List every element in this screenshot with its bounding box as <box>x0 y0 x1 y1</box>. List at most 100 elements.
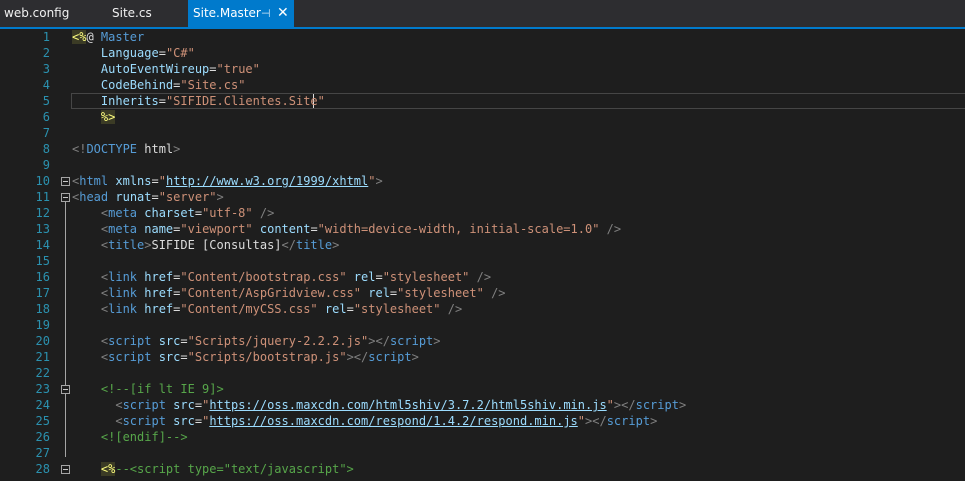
code-token: Inherits <box>72 94 159 108</box>
code-token: script <box>122 414 166 428</box>
code-line[interactable]: 28 <%--<script type="text/javascript"> <box>0 461 965 477</box>
code-token: http://www.w3.org/1999/xhtml <box>165 174 369 188</box>
code-line[interactable]: 17 <link href="Content/AspGridview.css" … <box>0 285 965 301</box>
code-token: Language <box>72 46 159 60</box>
code-line[interactable]: 2 Language="C#" <box>0 45 965 61</box>
code-token: > <box>173 142 181 156</box>
code-token: "stylesheet" <box>353 302 441 316</box>
code-text: <script src="Scripts/bootstrap.js"></scr… <box>72 349 419 365</box>
code-text: CodeBehind="Site.cs" <box>72 77 246 93</box>
code-token: DOCTYPE <box>86 142 138 156</box>
code-line[interactable]: 21 <script src="Scripts/bootstrap.js"></… <box>0 349 965 365</box>
line-number: 23 <box>35 382 50 396</box>
code-token: > <box>375 174 383 188</box>
code-editor[interactable]: 1 <%@ Master 2 Language="C#" 3 AutoEventWir… <box>0 29 965 481</box>
code-line[interactable]: 3 AutoEventWireup="true" <box>0 61 965 77</box>
tab-site-master[interactable]: Site.Master ⊣ ✕ <box>188 0 294 27</box>
line-number: 22 <box>35 366 50 380</box>
code-token: = <box>180 350 188 364</box>
code-token: = <box>194 398 203 412</box>
tab-label: Site.Master <box>193 6 261 20</box>
code-line[interactable]: 27 <box>0 445 965 461</box>
code-token: html <box>79 174 109 188</box>
code-token: AutoEventWireup <box>72 62 210 76</box>
code-line[interactable]: 25 <script src="https://oss.maxcdn.com/r… <box>0 413 965 429</box>
code-token: script <box>122 398 166 412</box>
code-line[interactable]: 11 <head runat="server"> <box>0 189 965 205</box>
code-line[interactable]: 16 <link href = "Content/bootstrap.css" re… <box>0 269 965 285</box>
code-token: = <box>180 334 188 348</box>
code-token: = <box>151 174 159 188</box>
code-line[interactable]: 9 <box>0 157 965 173</box>
line-number: 6 <box>42 110 50 124</box>
code-line[interactable]: 23 <!--[if lt IE 9]> <box>0 381 965 397</box>
line-number: 5 <box>42 94 50 108</box>
line-number: 18 <box>35 302 50 316</box>
code-token: "SIFIDE.Clientes.Site" <box>165 94 325 108</box>
code-token: < <box>72 398 123 412</box>
code-line[interactable]: 6 %> <box>0 109 965 125</box>
code-line[interactable]: 12 <meta charset="utf-8" /> <box>0 205 965 221</box>
code-line[interactable]: 15 <box>0 253 965 269</box>
code-line[interactable]: 10 <html xmlns="http://www.w3.org/1999/xh… <box>0 173 965 189</box>
line-number: 16 <box>35 270 50 284</box>
close-icon[interactable]: ✕ <box>277 0 289 27</box>
tab-label: web.config <box>4 6 70 20</box>
code-text: <!--[if lt IE 9]> <box>72 381 224 397</box>
code-token: https://oss.maxcdn.com/respond/1.4.2/res… <box>209 414 578 428</box>
code-text: <html xmlns="http://www.w3.org/1999/xhtm… <box>72 173 383 189</box>
code-text: Inherits="SIFIDE.Clientes.Site" <box>72 93 325 109</box>
code-line[interactable]: 13 <meta name="viewport" content="width=… <box>0 221 965 237</box>
code-token: = <box>310 222 318 236</box>
line-number: 12 <box>35 206 50 220</box>
code-token: "Scripts/jquery-2.2.2.js" <box>187 334 369 348</box>
code-token: src <box>151 350 181 364</box>
line-number: 24 <box>35 398 50 412</box>
code-line[interactable]: 5 Inherits="SIFIDE.Clientes.Site" <box>0 93 965 109</box>
tab-web-config[interactable]: web.config <box>4 0 90 27</box>
code-token: src <box>165 398 195 412</box>
code-line[interactable]: 4 CodeBehind="Site.cs" <box>0 77 965 93</box>
code-token: head <box>79 190 109 204</box>
code-token: script <box>389 334 434 348</box>
line-number: 14 <box>35 238 50 252</box>
code-line[interactable]: 8 <!DOCTYPE html> <box>0 141 965 157</box>
code-line[interactable]: 1 <%@ Master <box>0 29 965 45</box>
line-number: 7 <box>42 126 50 140</box>
line-number: 2 <box>42 46 50 60</box>
code-token: "Content/myCSS.css" <box>180 302 318 316</box>
code-token: < <box>72 286 109 300</box>
pin-icon[interactable]: ⊣ <box>261 0 271 27</box>
code-token: "Content/bootstrap.css" <box>180 270 347 284</box>
tab-site-cs[interactable]: Site.cs <box>112 0 172 27</box>
code-token: ></ <box>613 398 636 412</box>
code-line[interactable]: 7 <box>0 125 965 141</box>
code-token: title <box>295 238 333 252</box>
code-token: = <box>194 414 203 428</box>
line-number: 27 <box>35 446 50 460</box>
code-line[interactable]: 14 <title>SIFIDE [Consultas]</title> <box>0 237 965 253</box>
code-line[interactable]: 20 <script src="Scripts/jquery-2.2.2.js"… <box>0 333 965 349</box>
code-line[interactable]: 19 <box>0 317 965 333</box>
line-number: 17 <box>35 286 50 300</box>
code-line[interactable]: 24 <script src="https://oss.maxcdn.com/h… <box>0 397 965 413</box>
code-token: /> <box>469 270 492 284</box>
code-token: <% <box>100 462 116 476</box>
code-line[interactable]: 22 <box>0 365 965 381</box>
code-token: ></ <box>346 350 369 364</box>
code-text: <link href="Content/myCSS.css" rel="styl… <box>72 301 462 317</box>
code-token: link <box>108 270 138 284</box>
code-token: = <box>194 206 203 220</box>
code-token: > <box>433 334 441 348</box>
code-token: </ <box>281 238 296 252</box>
code-line[interactable]: 26 <![endif]--> <box>0 429 965 445</box>
line-number: 21 <box>35 350 50 364</box>
code-token: /> <box>252 206 275 220</box>
code-line[interactable]: 18 <link href="Content/myCSS.css" rel="s… <box>0 301 965 317</box>
code-token: "C#" <box>165 46 195 60</box>
code-text: <![endif]--> <box>72 429 188 445</box>
code-token: < <box>72 206 109 220</box>
code-text: <!DOCTYPE html> <box>72 141 180 157</box>
document-tab-bar: web.config Site.cs Site.Master ⊣ ✕ <box>0 0 965 27</box>
